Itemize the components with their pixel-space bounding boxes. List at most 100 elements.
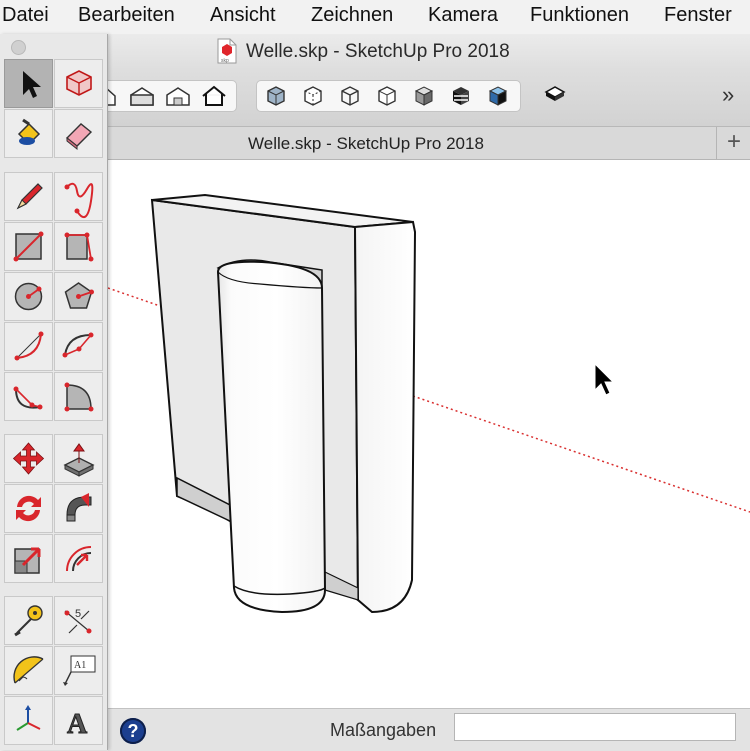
text-tool-button[interactable]: A1 <box>54 646 103 695</box>
protractor-tool-button[interactable] <box>4 646 53 695</box>
plate-right-face <box>353 220 417 614</box>
polygon-tool-button[interactable] <box>54 272 103 321</box>
window-title-bar: skp Welle.skp - SketchUp Pro 2018 <box>108 34 750 70</box>
polygon-icon <box>64 282 94 309</box>
move-tool-button[interactable] <box>4 434 53 483</box>
back-view-button[interactable] <box>161 81 195 111</box>
menu-zeichnen[interactable]: Zeichnen <box>311 4 393 27</box>
text-label-icon: A1 <box>63 655 96 686</box>
dimension-tool-button[interactable]: 5 <box>54 596 103 645</box>
paint-bucket-icon <box>17 118 41 146</box>
pie-icon <box>64 382 94 412</box>
menu-ansicht[interactable]: Ansicht <box>210 4 276 27</box>
skp-file-icon: skp <box>217 38 237 64</box>
help-icon[interactable]: ? <box>120 718 146 744</box>
3-point-arc-tool-button[interactable] <box>4 372 53 421</box>
push-pull-icon <box>63 443 95 477</box>
back-view-icon <box>166 87 190 106</box>
monochrome-cube-icon <box>488 86 508 106</box>
shaded-textures-style-button[interactable] <box>444 81 478 111</box>
follow-me-tool-button[interactable] <box>54 484 103 533</box>
menu-fenster[interactable]: Fenster <box>664 4 732 27</box>
back-edges-style-button[interactable] <box>296 81 330 111</box>
push-pull-tool-button[interactable] <box>54 434 103 483</box>
shaded-style-button[interactable] <box>407 81 441 111</box>
rotate-tool-button[interactable] <box>4 484 53 533</box>
scale-icon <box>14 547 41 574</box>
axes-icon <box>16 705 41 731</box>
new-tab-button[interactable]: + <box>716 127 750 159</box>
red-axis-line <box>108 287 161 307</box>
rotated-rectangle-icon <box>64 232 94 262</box>
rotate-arrows-icon <box>16 495 41 522</box>
freehand-curve-icon <box>64 182 94 219</box>
menu-datei[interactable]: Datei <box>2 4 49 27</box>
text-tool-label: A1 <box>74 660 86 671</box>
component-tool-button[interactable] <box>54 59 103 108</box>
paint-bucket-tool-button[interactable] <box>4 109 53 158</box>
tape-measure-tool-button[interactable] <box>4 596 53 645</box>
rectangle-tool-button[interactable] <box>4 222 53 271</box>
scale-tool-button[interactable] <box>4 534 53 583</box>
x-ray-style-button[interactable] <box>259 81 293 111</box>
model-viewport[interactable] <box>108 160 750 708</box>
front-view-icon <box>130 87 154 106</box>
wireframe-cube-icon <box>341 86 359 106</box>
palette-section-drawing <box>4 172 104 422</box>
shaded-textures-cube-icon <box>453 87 469 105</box>
menu-bearbeiten[interactable]: Bearbeiten <box>78 4 175 27</box>
two-point-arc-icon <box>62 332 94 358</box>
3d-text-icon: A <box>67 709 89 741</box>
circle-tool-button[interactable] <box>4 272 53 321</box>
pie-tool-button[interactable] <box>54 372 103 421</box>
measurements-input[interactable] <box>454 713 736 741</box>
toolbar-overflow-button[interactable]: » <box>722 82 734 108</box>
tool-palette: 5 A1 A <box>0 34 108 750</box>
freehand-tool-button[interactable] <box>54 172 103 221</box>
monochrome-style-button[interactable] <box>481 81 515 111</box>
palette-section-modification <box>4 434 104 584</box>
status-bar: ? Maßangaben <box>108 708 750 751</box>
rotated-rectangle-tool-button[interactable] <box>54 222 103 271</box>
arc-icon <box>14 331 44 361</box>
arc-tool-button[interactable] <box>4 322 53 371</box>
circle-icon <box>14 282 43 311</box>
eraser-icon <box>65 123 93 151</box>
front-view-button[interactable] <box>125 81 159 111</box>
axes-tool-button[interactable] <box>4 696 53 745</box>
hidden-line-style-button[interactable] <box>370 81 404 111</box>
menu-funktionen[interactable]: Funktionen <box>530 4 629 27</box>
section-plane-button[interactable] <box>538 80 572 110</box>
palette-section-construction: 5 A1 A <box>4 596 104 746</box>
eraser-tool-button[interactable] <box>54 109 103 158</box>
shaded-cube-icon <box>414 86 434 106</box>
cylinder-body <box>216 260 327 614</box>
three-point-arc-icon <box>13 386 43 410</box>
offset-tool-button[interactable] <box>54 534 103 583</box>
wireframe-style-button[interactable] <box>333 81 367 111</box>
x-ray-cube-icon <box>267 86 285 106</box>
views-toolbar-group <box>88 80 237 112</box>
select-tool-button[interactable] <box>4 59 53 108</box>
house-outline-view-button[interactable] <box>197 81 231 111</box>
model-drawing <box>108 193 750 614</box>
main-toolbar: » <box>88 70 750 127</box>
2-point-arc-tool-button[interactable] <box>54 322 103 371</box>
pencil-line-tool-button[interactable] <box>4 172 53 221</box>
document-tab[interactable]: Welle.skp - SketchUp Pro 2018 <box>248 134 484 154</box>
palette-close-button[interactable] <box>11 40 26 55</box>
menu-bar: Datei Bearbeiten Ansicht Zeichnen Kamera… <box>0 0 750 35</box>
3d-text-tool-button[interactable]: A <box>54 696 103 745</box>
hidden-line-cube-icon <box>378 86 396 106</box>
measurements-label: Maßangaben <box>330 720 437 740</box>
palette-section-principal <box>4 59 104 159</box>
menu-kamera[interactable]: Kamera <box>428 4 498 27</box>
section-plane-icon <box>544 86 566 101</box>
component-box-icon <box>66 70 92 96</box>
offset-icon <box>66 546 92 572</box>
follow-me-icon <box>66 493 92 522</box>
styles-toolbar-group <box>256 80 521 112</box>
svg-text:skp: skp <box>221 58 229 64</box>
mouse-cursor-icon <box>594 362 615 396</box>
protractor-icon <box>13 656 44 684</box>
